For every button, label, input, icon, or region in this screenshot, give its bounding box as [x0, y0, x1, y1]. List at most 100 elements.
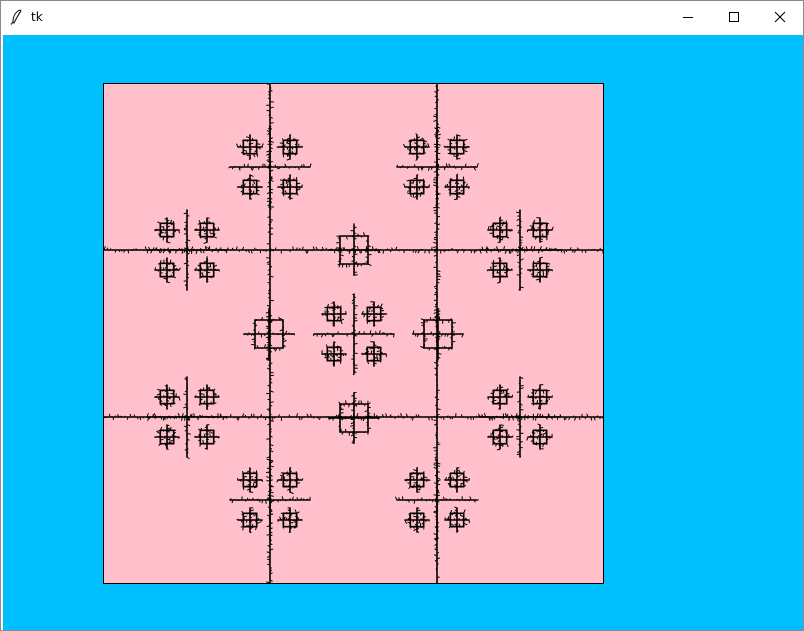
fractal-stroke — [242, 522, 245, 525]
fractal-stroke — [213, 262, 215, 264]
fractal-stroke — [460, 189, 465, 192]
fractal-stroke — [269, 453, 271, 456]
fractal-stroke — [546, 262, 551, 265]
fractal-stroke — [336, 305, 339, 308]
fractal-stroke — [127, 249, 130, 254]
fractal-stroke — [157, 435, 160, 438]
fractal-stroke — [255, 471, 258, 474]
fractal-stroke — [294, 186, 297, 189]
fractal-stroke — [539, 427, 544, 429]
fractal-stroke — [453, 198, 458, 201]
fractal-stroke — [435, 325, 439, 328]
fractal-stroke — [288, 476, 291, 478]
fractal-stroke — [436, 509, 439, 512]
fractal-stroke — [353, 226, 357, 229]
fractal-stroke — [378, 249, 381, 254]
fractal-stroke — [338, 238, 341, 241]
fractal-stroke — [301, 145, 303, 148]
fractal-stroke — [363, 249, 366, 251]
fractal-stroke — [492, 432, 494, 435]
fractal-stroke — [206, 280, 209, 283]
fractal-stroke — [289, 491, 294, 494]
fractal-stroke — [193, 413, 195, 418]
fractal-stroke — [546, 389, 550, 392]
fractal-stroke — [199, 248, 202, 251]
fractal-stroke — [332, 309, 335, 312]
fractal-stroke — [518, 382, 521, 384]
close-icon — [774, 11, 786, 23]
fractal-stroke — [436, 215, 441, 218]
window-client-area — [3, 35, 803, 630]
fractal-stroke — [109, 413, 111, 418]
drawing-canvas[interactable] — [103, 83, 604, 584]
fractal-stroke — [165, 390, 168, 392]
fractal-stroke — [545, 225, 548, 228]
fractal-stroke — [353, 262, 358, 264]
fractal-stroke — [435, 101, 438, 104]
fractal-stroke — [537, 271, 541, 274]
fractal-stroke — [366, 424, 369, 427]
fractal-stroke — [332, 324, 335, 327]
fractal-stroke — [268, 284, 271, 286]
fractal-stroke — [291, 192, 294, 195]
fractal-stroke — [454, 513, 458, 515]
fractal-stroke — [461, 166, 463, 171]
fractal-stroke — [420, 248, 424, 251]
fractal-stroke — [144, 246, 147, 251]
fractal-stroke — [211, 249, 214, 252]
fractal-stroke — [416, 139, 419, 142]
fractal-stroke — [375, 414, 378, 419]
fractal-stroke — [340, 320, 343, 324]
fractal-stroke — [431, 416, 433, 421]
fractal-stroke — [372, 303, 375, 306]
fractal-stroke — [268, 224, 271, 226]
fractal-stroke — [519, 236, 524, 238]
minimize-button[interactable] — [665, 1, 711, 33]
fractal-stroke — [324, 353, 326, 357]
fractal-stroke — [519, 276, 522, 279]
fractal-stroke — [337, 249, 339, 252]
close-button[interactable] — [757, 1, 803, 33]
fractal-stroke — [434, 107, 438, 110]
fractal-stroke — [572, 415, 575, 418]
fractal-stroke — [282, 152, 285, 155]
fractal-stroke — [269, 275, 274, 278]
maximize-button[interactable] — [711, 1, 757, 33]
fractal-stroke — [261, 143, 264, 148]
title-bar[interactable]: tk — [1, 1, 803, 33]
fractal-stroke — [496, 262, 499, 264]
fractal-stroke — [288, 498, 291, 501]
fractal-stroke — [169, 235, 172, 238]
fractal-stroke — [366, 355, 369, 358]
fractal-stroke — [342, 353, 344, 356]
fractal-stroke — [339, 430, 342, 433]
fractal-stroke — [519, 226, 523, 229]
fractal-stroke — [269, 134, 271, 137]
fractal-stroke — [436, 441, 439, 443]
fractal-stroke — [436, 295, 439, 298]
fractal-stroke — [436, 197, 439, 200]
fractal-stroke — [241, 193, 244, 196]
fractal-stroke — [289, 466, 292, 469]
fractal-stroke — [451, 328, 454, 331]
fractal-stroke — [499, 231, 502, 234]
fractal-stroke — [176, 249, 179, 252]
fractal-stroke — [228, 166, 231, 169]
fractal-stroke — [456, 158, 461, 160]
fractal-stroke — [490, 392, 494, 395]
fractal-stroke — [261, 499, 264, 504]
fractal-stroke — [519, 239, 523, 241]
fractal-stroke — [352, 361, 355, 365]
fractal-stroke — [373, 313, 378, 316]
fractal-stroke — [169, 403, 172, 407]
fractal-stroke — [272, 332, 274, 335]
fractal-stroke — [499, 249, 502, 253]
fractal-stroke — [280, 145, 283, 148]
fractal-stroke — [181, 249, 184, 254]
fractal-stroke — [266, 498, 271, 500]
fractal-stroke — [166, 219, 170, 222]
fractal-stroke — [172, 248, 175, 251]
fractal-stroke — [516, 429, 521, 431]
fractal-stroke — [502, 403, 505, 405]
fractal-stroke — [497, 241, 501, 243]
